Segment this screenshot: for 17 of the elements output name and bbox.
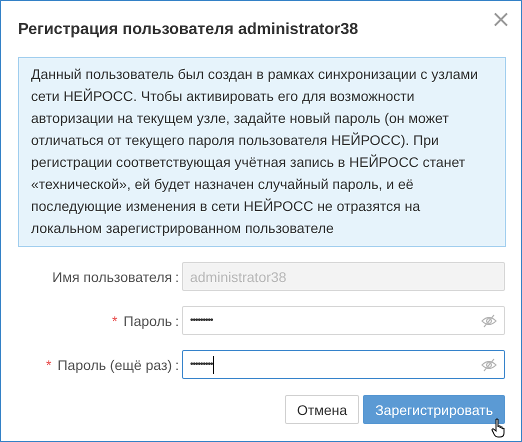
input-field[interactable]: ••••••••• (182, 350, 505, 379)
input-field[interactable]: ••••••••• (182, 306, 505, 335)
required-mark: * (46, 356, 52, 372)
hidden-eye-icon[interactable] (481, 314, 497, 328)
colon: : (175, 356, 179, 372)
colon: : (175, 268, 179, 284)
required-mark: * (112, 312, 118, 328)
field-label: Пароль (124, 312, 172, 328)
hidden-eye-icon[interactable] (481, 358, 497, 372)
dialog-title: Регистрация пользователя administrator38 (18, 21, 358, 39)
field-label: Пароль (ещё раз) (57, 356, 172, 372)
colon: : (175, 312, 179, 328)
hand-cursor-icon (491, 418, 507, 438)
cancel-button[interactable]: Отмена (284, 395, 360, 424)
field-label: Имя пользователя (52, 268, 172, 284)
text-caret (213, 356, 214, 374)
info-notice: Данный пользователь был создан в рамках синхронизации с узлами сети НЕЙРОСС. Чтобы активировать его для возможности авторизации на текущем узле, задайте новый пароль (он может отличаться от текущего пароля пользователя НЕЙРОСС). При регистрации соответствующая учётная запись в НЕЙРОСС станет «технической», ей будет назначен случайный пароль, и её последующие изменения в сети НЕЙРОСС не отразятся на локальном зарегистрированном пользователе (18, 57, 506, 247)
